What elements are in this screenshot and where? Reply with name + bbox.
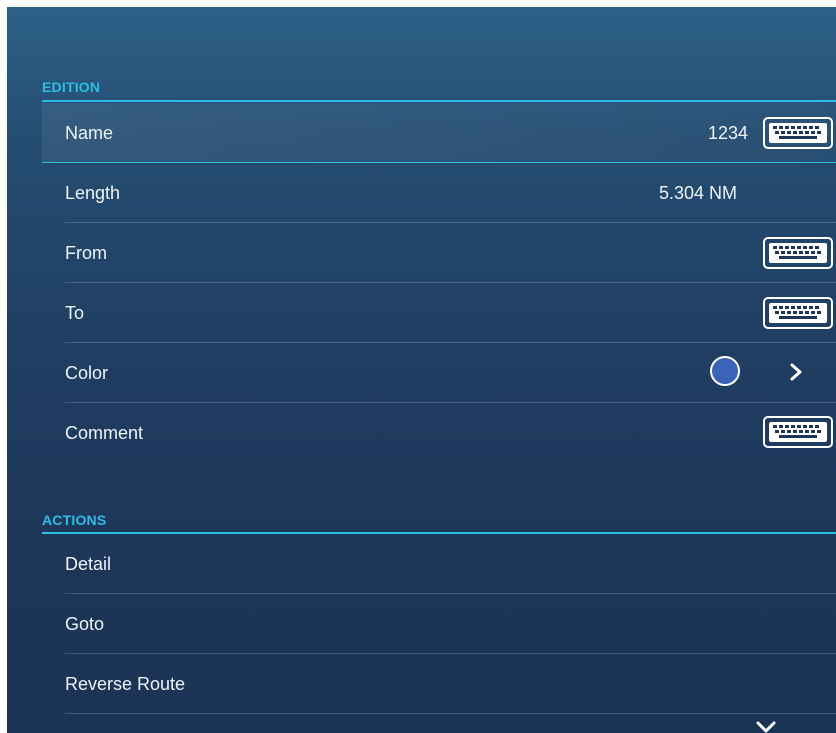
color-swatch[interactable] bbox=[710, 356, 740, 386]
detail-row[interactable]: Detail bbox=[42, 534, 836, 594]
keyboard-icon[interactable] bbox=[763, 416, 833, 448]
keyboard-icon[interactable] bbox=[763, 297, 833, 329]
keyboard-icon[interactable] bbox=[763, 237, 833, 269]
edition-header: EDITION bbox=[42, 79, 101, 95]
name-row[interactable]: Name 1234 bbox=[42, 103, 836, 163]
to-label: To bbox=[65, 303, 85, 323]
reverse-route-label: Reverse Route bbox=[65, 674, 186, 694]
goto-row[interactable]: Goto bbox=[42, 594, 836, 654]
goto-label: Goto bbox=[65, 614, 105, 634]
from-row[interactable]: From bbox=[42, 223, 836, 283]
detail-label: Detail bbox=[65, 554, 112, 574]
edition-header-divider bbox=[42, 100, 836, 102]
keyboard-icon[interactable] bbox=[763, 117, 833, 149]
name-label: Name bbox=[65, 123, 114, 143]
from-label: From bbox=[65, 243, 107, 263]
length-row: Length 5.304 NM bbox=[42, 163, 836, 223]
name-value: 1234 bbox=[707, 123, 748, 143]
actions-header: ACTIONS bbox=[42, 512, 107, 528]
color-label: Color bbox=[65, 363, 109, 383]
comment-label: Comment bbox=[65, 423, 144, 443]
to-row[interactable]: To bbox=[42, 283, 836, 343]
reverse-route-row[interactable]: Reverse Route bbox=[42, 654, 836, 714]
color-row[interactable]: Color bbox=[42, 343, 836, 403]
row-divider bbox=[65, 713, 836, 714]
chevron-right-icon[interactable] bbox=[787, 362, 805, 382]
length-label: Length bbox=[65, 183, 121, 203]
length-value: 5.304 NM bbox=[658, 183, 737, 203]
comment-row[interactable]: Comment bbox=[42, 403, 836, 463]
route-edit-panel: EDITION Name 1234 Length 5.304 NM From T… bbox=[7, 7, 836, 733]
chevron-down-icon[interactable] bbox=[755, 720, 777, 733]
